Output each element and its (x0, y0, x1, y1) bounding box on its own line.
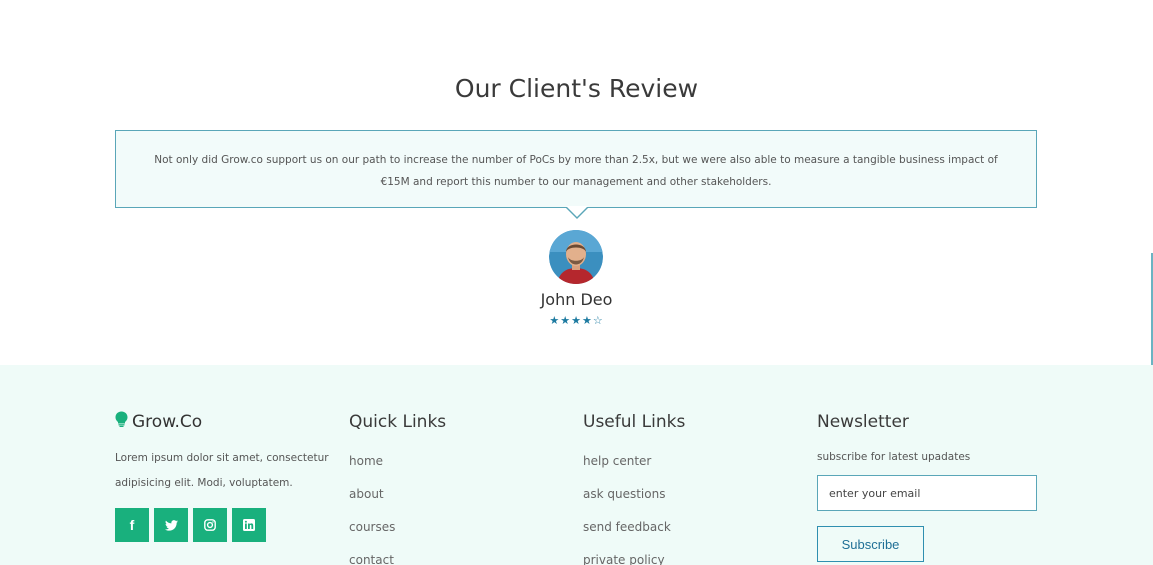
client-name: John Deo (540, 290, 613, 309)
star-icon: ★ (571, 314, 582, 327)
brand-description: Lorem ipsum dolor sit amet, consectetur … (115, 452, 329, 489)
review-quote-text: Not only did Grow.co support us on our p… (154, 154, 998, 188)
star-icon: ★ (581, 314, 593, 327)
instagram-icon (204, 519, 216, 531)
quote-pointer-inner (566, 206, 588, 217)
section-title: Our Client's Review (454, 74, 699, 103)
social-links: f (115, 508, 330, 542)
useful-links-column: Useful Links help center ask questions s… (583, 411, 685, 565)
star-half-icon: ☆ (592, 314, 604, 327)
link-help-center[interactable]: help center (583, 445, 685, 478)
link-home[interactable]: home (349, 445, 446, 478)
twitter-icon (164, 519, 178, 531)
link-courses[interactable]: courses (349, 511, 446, 544)
link-contact[interactable]: contact (349, 544, 446, 565)
email-field[interactable]: enter your email (817, 475, 1037, 511)
useful-links-list: help center ask questions send feedback … (583, 445, 685, 565)
useful-links-title: Useful Links (583, 412, 686, 432)
lightbulb-icon (115, 411, 128, 432)
instagram-link[interactable] (193, 508, 227, 542)
link-private-policy[interactable]: private policy (583, 544, 685, 565)
link-send-feedback[interactable]: send feedback (583, 511, 685, 544)
review-quote-box: Not only did Grow.co support us on our p… (115, 130, 1037, 208)
client-review-section: Our Client's Review Not only did Grow.co… (0, 0, 1153, 365)
newsletter-subtitle: subscribe for latest upadates (817, 451, 971, 463)
quick-links-column: Quick Links home about courses contact (349, 411, 446, 565)
subscribe-button[interactable]: Subscribe (817, 526, 924, 562)
quick-links-title: Quick Links (349, 412, 447, 432)
brand-logo[interactable]: Grow.Co (115, 411, 330, 432)
twitter-link[interactable] (154, 508, 188, 542)
facebook-icon: f (129, 517, 135, 533)
quick-links-list: home about courses contact (349, 445, 446, 565)
avatar (549, 230, 603, 284)
link-about[interactable]: about (349, 478, 446, 511)
link-ask-questions[interactable]: ask questions (583, 478, 685, 511)
newsletter-title: Newsletter (817, 412, 909, 432)
brand-name: Grow.Co (132, 411, 203, 432)
newsletter-column: Newsletter subscribe for latest upadates… (817, 411, 1037, 562)
star-icon: ★ (549, 314, 561, 327)
site-footer: Grow.Co Lorem ipsum dolor sit amet, cons… (0, 365, 1153, 565)
footer-brand-column: Grow.Co Lorem ipsum dolor sit amet, cons… (115, 411, 330, 542)
linkedin-link[interactable] (232, 508, 266, 542)
facebook-link[interactable]: f (115, 508, 149, 542)
linkedin-icon (243, 519, 255, 531)
star-icon: ★ (560, 314, 572, 327)
rating-stars: ★★★★☆ (0, 314, 1153, 327)
